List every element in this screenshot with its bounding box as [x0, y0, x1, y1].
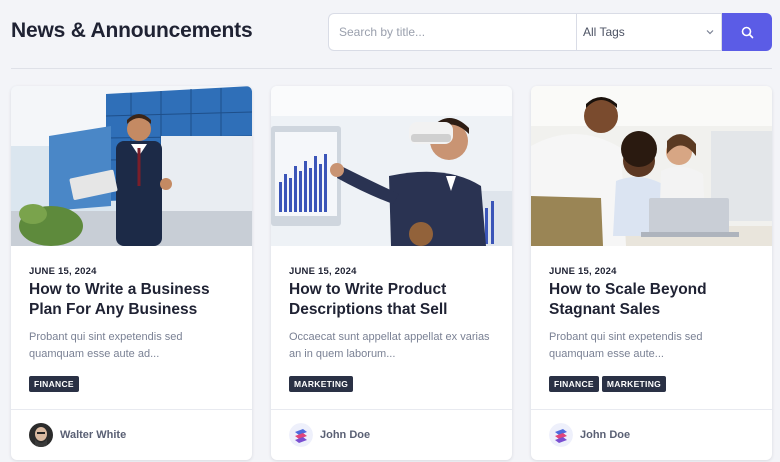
- search-icon: [741, 26, 753, 38]
- post-tags: MARKETING: [289, 376, 354, 392]
- post-card[interactable]: JUNE 15, 2024 How to Scale Beyond Stagna…: [531, 86, 772, 460]
- walter-white-avatar: [29, 423, 53, 447]
- businessman-thumbs-up-photo[interactable]: [11, 86, 252, 246]
- post-tags: FINANCE MARKETING: [549, 376, 667, 392]
- vr-headset-man-charts-photo[interactable]: [271, 86, 512, 246]
- author-name[interactable]: John Doe: [580, 429, 630, 441]
- post-excerpt: Probant qui sint expetendis sed quamquam…: [549, 331, 703, 360]
- posts-grid: JUNE 15, 2024 How to Write a Business Pl…: [11, 86, 772, 460]
- search-input[interactable]: [328, 13, 576, 51]
- post-date: JUNE 15, 2024: [549, 266, 617, 277]
- post-footer: John Doe: [271, 409, 512, 460]
- tag-filter-value: All Tags: [583, 25, 625, 39]
- post-date: JUNE 15, 2024: [289, 266, 357, 277]
- search-button[interactable]: [722, 13, 772, 51]
- post-card[interactable]: JUNE 15, 2024 How to Write Product Descr…: [271, 86, 512, 460]
- post-tags: FINANCE: [29, 376, 79, 392]
- page-title: News & Announcements: [11, 19, 253, 42]
- post-excerpt: Probant qui sint expetendis sed quamquam…: [29, 331, 183, 360]
- header-divider: [11, 68, 772, 69]
- page-header: News & Announcements All Tags: [0, 0, 780, 68]
- post-title[interactable]: How to Scale Beyond Stagnant Sales: [549, 280, 759, 320]
- post-footer: Walter White: [11, 409, 252, 460]
- post-title[interactable]: How to Write Product Descriptions that S…: [289, 280, 499, 320]
- tag-badge[interactable]: MARKETING: [289, 376, 354, 392]
- tag-badge[interactable]: FINANCE: [549, 376, 599, 392]
- logo-avatar: [289, 423, 313, 447]
- post-card[interactable]: JUNE 15, 2024 How to Write a Business Pl…: [11, 86, 252, 460]
- search-bar: All Tags: [328, 13, 772, 51]
- post-title[interactable]: How to Write a Business Plan For Any Bus…: [29, 280, 239, 320]
- author-name[interactable]: John Doe: [320, 429, 370, 441]
- tag-badge[interactable]: FINANCE: [29, 376, 79, 392]
- logo-avatar: [549, 423, 573, 447]
- team-at-laptop-photo[interactable]: [531, 86, 772, 246]
- post-date: JUNE 15, 2024: [29, 266, 97, 277]
- post-excerpt: Occaecat sunt appellat appellat ex varia…: [289, 331, 490, 360]
- post-footer: John Doe: [531, 409, 772, 460]
- tag-filter-select[interactable]: All Tags: [576, 13, 722, 51]
- tag-badge[interactable]: MARKETING: [601, 376, 667, 392]
- chevron-down-icon: [706, 30, 714, 35]
- author-name[interactable]: Walter White: [60, 429, 126, 441]
